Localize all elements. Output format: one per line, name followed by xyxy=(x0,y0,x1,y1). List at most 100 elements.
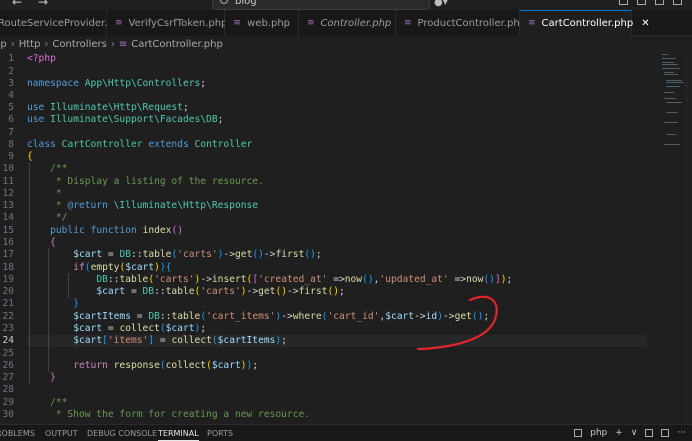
code-line-24: $cart['items'] = collect($cartItems); xyxy=(27,335,647,348)
minimap-line xyxy=(664,122,678,123)
minimap-line xyxy=(666,86,680,87)
line-number: 24 xyxy=(2,335,14,346)
tab-problems[interactable]: ROBLEMS xyxy=(0,429,35,438)
line-number: 4 xyxy=(8,90,14,101)
code-line-6: use Illuminate\Support\Facades\DB; xyxy=(27,114,224,125)
line-number: 5 xyxy=(8,102,14,113)
code-line-29: /** xyxy=(27,397,68,408)
terminal-icon xyxy=(574,429,583,437)
code-line-23: $cart = collect($cart); xyxy=(73,323,207,334)
minimap-line xyxy=(662,68,680,69)
code-line-13: * @return \Illuminate\Http\Response xyxy=(27,200,259,211)
vertical-scrollbar[interactable] xyxy=(686,52,692,424)
breadcrumb-item[interactable]: Http xyxy=(19,39,41,50)
code-line-9: { xyxy=(27,151,33,162)
tab-web[interactable]: web.php xyxy=(225,10,299,36)
code-line-22: $cartItems = DB::table('cart_items')->wh… xyxy=(73,311,490,322)
line-number: 9 xyxy=(8,151,14,162)
php-file-icon xyxy=(233,19,241,28)
line-number: 6 xyxy=(8,114,14,125)
line-number: 8 xyxy=(8,139,14,150)
tab-verify-csrf-token[interactable]: VerifyCsrfToken.php xyxy=(107,10,228,36)
minimap-line xyxy=(666,80,682,81)
arrow-right-icon[interactable]: → xyxy=(38,0,48,9)
line-number: 26 xyxy=(2,360,14,371)
line-number: 3 xyxy=(8,78,14,89)
tab-label: VerifyCsrfToken.php xyxy=(128,17,228,29)
toggle-panel-icon[interactable] xyxy=(637,0,646,5)
split-terminal-icon[interactable] xyxy=(645,429,654,437)
line-number: 23 xyxy=(2,323,14,334)
close-icon[interactable]: ✕ xyxy=(641,18,649,29)
code-line-1: <?php xyxy=(27,53,56,64)
tab-product-controller[interactable]: ProductController.php xyxy=(396,10,526,36)
copilot-icon[interactable]: ●▾ xyxy=(434,0,448,8)
php-file-icon: ≡ xyxy=(118,38,128,50)
line-number: 27 xyxy=(2,372,14,383)
layout-controls xyxy=(619,0,682,5)
toggle-secondary-sidebar-icon[interactable] xyxy=(655,0,664,5)
line-number: 18 xyxy=(2,262,14,273)
line-number: 25 xyxy=(2,348,14,359)
tab-ports[interactable]: PORTS xyxy=(207,429,233,438)
breadcrumb-item[interactable]: Controllers xyxy=(52,39,106,50)
tab-cart-controller[interactable]: CartController.php ✕ xyxy=(520,10,650,36)
line-number: 30 xyxy=(2,409,14,420)
code-line-8: class CartController extends Controller xyxy=(27,139,253,150)
code-editor[interactable]: 1 2 3 4 5 6 7 8 9 10 11 12 13 14 15 16 17 18 19 20 21 22 23 24 2… xyxy=(0,52,692,424)
php-file-icon xyxy=(528,19,536,28)
minimap-line xyxy=(664,92,674,93)
tab-route-service-provider[interactable]: RouteServiceProvider.php xyxy=(0,10,126,36)
line-number: 13 xyxy=(2,200,14,211)
minimap-line xyxy=(664,98,676,99)
chevron-right-icon: › xyxy=(110,38,115,50)
minimap[interactable] xyxy=(660,52,686,424)
code-line-20: $cart = DB::table('carts')->get()->first… xyxy=(96,286,345,297)
tab-controller[interactable]: Controller.php xyxy=(299,10,396,36)
minimap-line xyxy=(666,82,684,83)
line-number: 2 xyxy=(8,66,14,77)
line-number: 10 xyxy=(2,163,14,174)
minimap-line xyxy=(662,54,668,55)
command-center-search[interactable]: blog xyxy=(212,0,430,10)
php-file-icon xyxy=(115,19,123,28)
line-number: 16 xyxy=(2,237,14,248)
line-number: 1 xyxy=(8,53,14,64)
minimap-line xyxy=(662,64,678,65)
line-number: 19 xyxy=(2,274,14,285)
customize-layout-icon[interactable] xyxy=(673,0,682,5)
chevron-down-icon[interactable]: ∨ xyxy=(631,428,638,438)
arrow-left-icon[interactable]: ← xyxy=(12,0,22,9)
breadcrumb-item[interactable]: pp xyxy=(0,39,7,50)
code-line-19: DB::table('carts')->insert(['created_at'… xyxy=(96,274,513,285)
code-line-10: /** xyxy=(27,163,68,174)
line-number: 28 xyxy=(2,384,14,395)
breadcrumb-item[interactable]: CartController.php xyxy=(131,39,223,50)
title-bar: ← → blog ●▾ xyxy=(0,0,692,10)
code-line-12: * xyxy=(27,188,62,199)
trash-icon[interactable] xyxy=(661,429,670,437)
tab-debug-console[interactable]: DEBUG CONSOLE xyxy=(87,429,157,438)
breadcrumb: pp › Http › Controllers › ≡ CartControll… xyxy=(0,36,692,52)
code-line-14: */ xyxy=(27,212,68,223)
chevron-right-icon: › xyxy=(10,38,15,50)
line-number: 11 xyxy=(2,176,14,187)
minimap-line xyxy=(662,58,676,59)
tab-label: ProductController.php xyxy=(417,17,526,29)
code-line-27: } xyxy=(50,372,56,383)
line-number: 20 xyxy=(2,286,14,297)
php-file-icon xyxy=(404,19,412,28)
new-terminal-button[interactable]: + xyxy=(615,428,623,438)
tab-label: web.php xyxy=(247,17,290,29)
minimap-line xyxy=(664,144,680,145)
search-text: blog xyxy=(235,0,257,7)
code-area[interactable]: <?php namespace App\Http\Controllers; us… xyxy=(27,52,647,424)
toggle-primary-sidebar-icon[interactable] xyxy=(619,0,628,5)
tab-terminal[interactable]: TERMINAL xyxy=(158,429,199,441)
terminal-name[interactable]: php xyxy=(590,428,607,438)
tab-label: CartController.php xyxy=(541,18,634,29)
more-actions-icon[interactable]: ··· xyxy=(677,428,686,438)
tab-output[interactable]: OUTPUT xyxy=(45,429,78,438)
line-number: 7 xyxy=(8,127,14,138)
code-line-15: public function index() xyxy=(50,225,183,236)
